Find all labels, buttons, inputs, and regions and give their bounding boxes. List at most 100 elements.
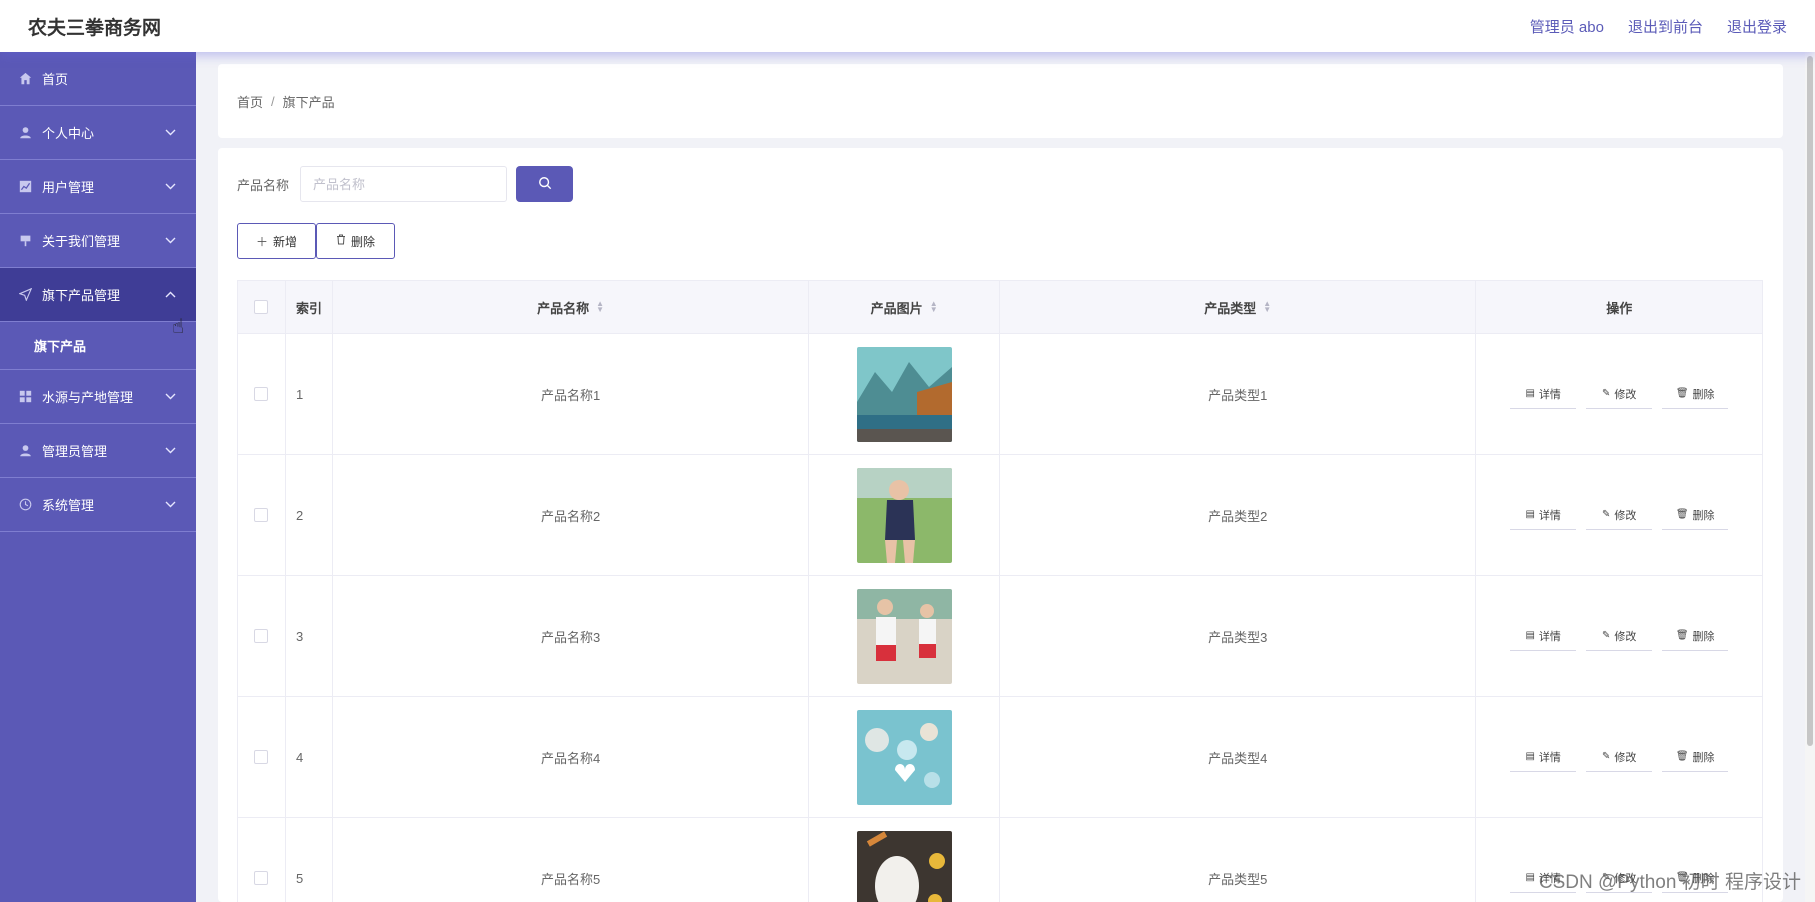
add-button-label: 新增 xyxy=(273,234,298,249)
breadcrumb: 首页 / 旗下产品 xyxy=(218,64,1783,138)
clock-icon xyxy=(18,498,32,512)
search-label: 产品名称 xyxy=(237,177,290,193)
pencil-icon: ✎ xyxy=(1602,751,1611,762)
row-checkbox[interactable] xyxy=(254,387,269,401)
sort-icon[interactable]: ▲ ▼ xyxy=(1263,300,1271,314)
delete-button[interactable]: 🗑 删除 xyxy=(1662,621,1729,651)
row-product-type: 产品类型4 xyxy=(1000,697,1477,817)
header-ops: 操作 xyxy=(1606,300,1633,316)
trash-icon: 🗑 xyxy=(1675,630,1689,641)
site-brand: 农夫三拳商务网 xyxy=(28,17,162,39)
row-index: 2 xyxy=(286,455,333,575)
sidebar-item-label: 个人中心 xyxy=(42,126,95,141)
delete-label: 删除 xyxy=(1692,751,1715,764)
scrollbar-thumb[interactable] xyxy=(1807,56,1813,746)
product-image[interactable] xyxy=(856,346,952,442)
row-checkbox-cell xyxy=(238,455,286,575)
detail-label: 详情 xyxy=(1538,388,1561,401)
row-ops: ▤ 详情 ✎ 修改 🗑 删除 xyxy=(1476,334,1762,454)
sidebar-item-label: 旗下产品管理 xyxy=(42,288,121,303)
sidebar-item-home[interactable]: 首页 xyxy=(0,52,196,106)
row-checkbox[interactable] xyxy=(254,629,269,643)
sidebar-item-user-management[interactable]: 用户管理 xyxy=(0,160,196,214)
admin-icon xyxy=(18,444,32,458)
row-image-cell xyxy=(809,334,1001,454)
detail-label: 详情 xyxy=(1538,751,1561,764)
header-name[interactable]: 产品名称 ▲ ▼ xyxy=(333,281,810,333)
table-row: 3 产品名称3 产品类型3 ▤ 详情 ✎ 修改 🗑 删除 xyxy=(238,576,1762,697)
edit-label: 修改 xyxy=(1614,388,1637,401)
header-links: 管理员 abo 退出到前台 退出登录 xyxy=(1530,16,1787,37)
document-icon: ▤ xyxy=(1525,630,1535,641)
logout-link[interactable]: 退出登录 xyxy=(1727,16,1787,37)
header-checkbox-cell xyxy=(238,281,286,333)
row-product-type: 产品类型3 xyxy=(1000,576,1477,696)
chevron-down-icon xyxy=(165,445,176,457)
edit-button[interactable]: ✎ 修改 xyxy=(1586,742,1653,772)
sort-icon[interactable]: ▲ ▼ xyxy=(930,300,938,314)
detail-button[interactable]: ▤ 详情 xyxy=(1510,621,1577,651)
sidebar-item-about-us[interactable]: 关于我们管理 xyxy=(0,214,196,268)
chart-icon xyxy=(18,180,32,194)
breadcrumb-home[interactable]: 首页 xyxy=(237,92,263,111)
row-index: 5 xyxy=(286,818,333,902)
detail-button[interactable]: ▤ 详情 xyxy=(1510,379,1577,409)
breadcrumb-separator: / xyxy=(271,93,275,109)
admin-username-link[interactable]: 管理员 abo xyxy=(1530,16,1604,37)
chevron-up-icon xyxy=(165,289,176,301)
header-image[interactable]: 产品图片 ▲ ▼ xyxy=(809,281,1001,333)
page-scrollbar[interactable] xyxy=(1805,52,1815,902)
product-image[interactable] xyxy=(856,709,952,805)
row-checkbox[interactable] xyxy=(254,871,269,885)
sidebar-item-products[interactable]: 旗下产品管理 xyxy=(0,268,196,322)
row-product-type: 产品类型2 xyxy=(1000,455,1477,575)
main-card: 产品名称 ＋ 新增 删除 索引 产品名称 ▲▼ xyxy=(218,148,1783,902)
row-checkbox[interactable] xyxy=(254,508,269,522)
detail-button[interactable]: ▤ 详情 xyxy=(1510,500,1577,530)
delete-label: 删除 xyxy=(1692,630,1715,643)
sort-icon[interactable]: ▲ ▼ xyxy=(596,300,604,314)
search-button[interactable] xyxy=(516,166,574,202)
flag-icon xyxy=(18,234,32,248)
product-image[interactable] xyxy=(856,588,952,684)
batch-delete-button[interactable]: 删除 xyxy=(316,223,395,259)
edit-button[interactable]: ✎ 修改 xyxy=(1586,379,1653,409)
row-product-type: 产品类型5 xyxy=(1000,818,1477,902)
header-type-label: 产品类型 xyxy=(1204,300,1257,316)
row-ops: ▤ 详情 ✎ 修改 🗑 删除 xyxy=(1476,576,1762,696)
row-checkbox[interactable] xyxy=(254,750,269,764)
sidebar-item-label: 管理员管理 xyxy=(42,444,108,459)
pencil-icon: ✎ xyxy=(1602,630,1611,641)
sidebar-item-admin-management[interactable]: 管理员管理 xyxy=(0,424,196,478)
edit-button[interactable]: ✎ 修改 xyxy=(1586,500,1653,530)
row-ops: ▤ 详情 ✎ 修改 🗑 删除 xyxy=(1476,455,1762,575)
table-row: 5 产品名称5 产品类型5 ▤ 详情 ✎ 修改 🗑 删除 xyxy=(238,818,1762,902)
delete-button[interactable]: 🗑 删除 xyxy=(1662,500,1729,530)
table-row: 1 产品名称1 产品类型1 ▤ 详情 ✎ 修改 🗑 删除 xyxy=(238,334,1762,455)
search-input[interactable] xyxy=(300,166,508,202)
row-image-cell xyxy=(809,576,1001,696)
delete-button[interactable]: 🗑 删除 xyxy=(1662,742,1729,772)
hand-cursor-icon: ☝ xyxy=(172,316,185,338)
product-image[interactable] xyxy=(856,830,952,902)
sidebar-item-personal-center[interactable]: 个人中心 xyxy=(0,106,196,160)
chevron-down-icon xyxy=(165,499,176,511)
detail-button[interactable]: ▤ 详情 xyxy=(1510,742,1577,772)
delete-button[interactable]: 🗑 删除 xyxy=(1662,379,1729,409)
edit-label: 修改 xyxy=(1614,751,1637,764)
add-button[interactable]: ＋ 新增 xyxy=(237,223,316,259)
sidebar-item-label: 用户管理 xyxy=(42,180,95,195)
header-type[interactable]: 产品类型 ▲ ▼ xyxy=(1000,281,1477,333)
sidebar-subitem-products[interactable]: 旗下产品 xyxy=(0,322,196,370)
row-product-name: 产品名称3 xyxy=(333,576,810,696)
back-to-front-link[interactable]: 退出到前台 xyxy=(1628,16,1703,37)
delete-label: 删除 xyxy=(1692,509,1715,522)
table-header-row: 索引 产品名称 ▲ ▼ 产品图片 ▲ ▼ 产品类型 ▲ ▼ 操作 xyxy=(238,281,1762,334)
select-all-checkbox[interactable] xyxy=(254,300,269,314)
edit-button[interactable]: ✎ 修改 xyxy=(1586,621,1653,651)
sidebar-item-water-source[interactable]: 水源与产地管理 xyxy=(0,370,196,424)
search-icon xyxy=(538,176,552,193)
product-image[interactable] xyxy=(856,467,952,563)
sidebar-item-system[interactable]: 系统管理 xyxy=(0,478,196,532)
user-icon xyxy=(18,126,32,140)
